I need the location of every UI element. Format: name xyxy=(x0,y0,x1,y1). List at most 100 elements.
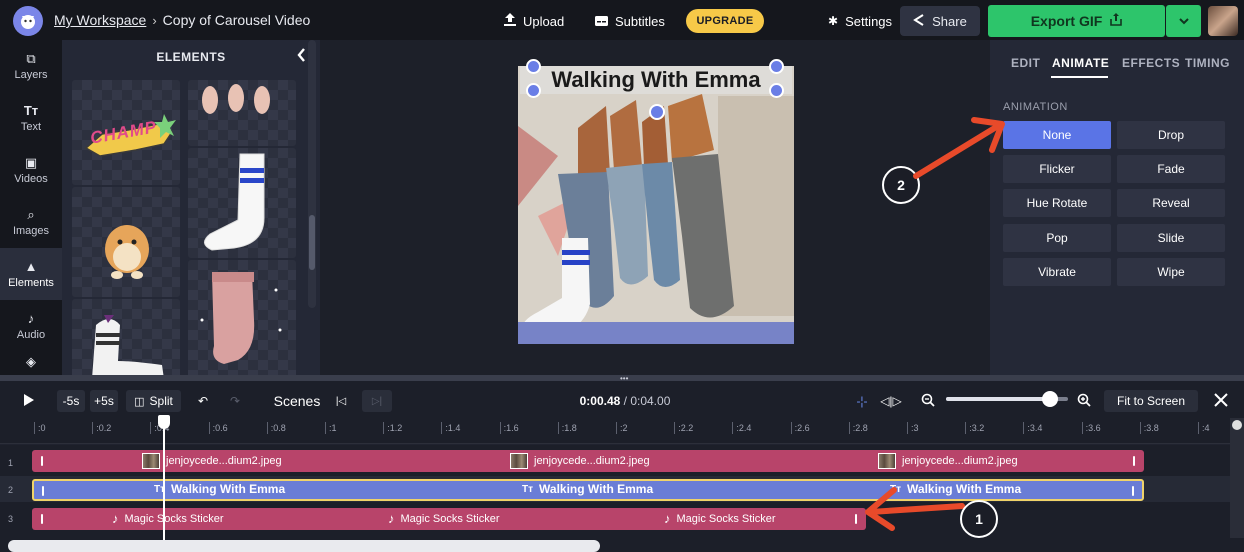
sidebar-item-layers[interactable]: ⧉ Layers xyxy=(0,40,62,92)
ruler-tick: :3.2 xyxy=(965,422,984,434)
animation-flicker-button[interactable]: Flicker xyxy=(1003,155,1111,183)
next-scene-button[interactable]: ▷| xyxy=(362,390,392,412)
project-title[interactable]: Copy of Carousel Video xyxy=(163,12,311,28)
tab-timing[interactable]: TIMING xyxy=(1185,56,1230,70)
resize-handle-top-right[interactable] xyxy=(769,59,784,74)
track-trim-left[interactable] xyxy=(42,486,44,496)
timeline-clip[interactable]: jenjoycede...dium2.jpeg xyxy=(878,453,1018,469)
track-image[interactable]: jenjoycede...dium2.jpeg jenjoycede...diu… xyxy=(32,450,1144,472)
timeline-clip[interactable]: ♪ Magic Socks Sticker xyxy=(112,511,224,526)
sticker-pink-sock[interactable] xyxy=(188,260,296,375)
animation-none-button[interactable]: None xyxy=(1003,121,1111,149)
timeline-vertical-scrollbar[interactable] xyxy=(1230,418,1244,538)
split-view-icon: ◁|▷ xyxy=(880,394,902,408)
zoom-out-button[interactable] xyxy=(918,390,938,412)
tab-animate[interactable]: ANIMATE xyxy=(1052,56,1109,70)
share-button[interactable]: Share xyxy=(900,6,980,36)
redo-button[interactable]: ↷ xyxy=(226,390,244,412)
tab-effects[interactable]: EFFECTS xyxy=(1122,56,1180,70)
zoom-slider-knob[interactable] xyxy=(1042,391,1058,407)
timeline-clip[interactable]: Tт Walking With Emma xyxy=(522,482,653,496)
animation-wipe-button[interactable]: Wipe xyxy=(1117,258,1225,286)
playhead-handle[interactable] xyxy=(158,415,170,429)
workspace-link[interactable]: My Workspace xyxy=(54,12,146,28)
timeline-ruler[interactable]: :0:0.2:0.4:0.6:0.8:1:1.2:1.4:1.6:1.8:2:2… xyxy=(0,418,1244,444)
sidebar-item-audio[interactable]: ♪ Audio xyxy=(0,300,62,352)
undo-button[interactable]: ↶ xyxy=(194,390,212,412)
sock-icon: ♪ xyxy=(664,511,671,526)
track-text[interactable]: Tт Walking With Emma Tт Walking With Emma … xyxy=(32,479,1144,501)
upload-button[interactable]: Upload xyxy=(504,8,564,34)
sidebar-item-more[interactable]: ◈ xyxy=(0,348,62,375)
canvas-text-layer[interactable]: Walking With Emma xyxy=(520,66,792,94)
sidebar-item-text[interactable]: Tт Text xyxy=(0,92,62,144)
forward-5s-button[interactable]: +5s xyxy=(90,390,118,412)
ruler-tick: :2.2 xyxy=(674,422,693,434)
timeline-vertical-scroll-thumb[interactable] xyxy=(1232,420,1242,430)
subtitles-button[interactable]: Subtitles xyxy=(595,8,665,34)
sidebar-item-label: Layers xyxy=(14,68,48,81)
track-trim-right[interactable] xyxy=(855,514,857,524)
annotation-arrow-1 xyxy=(865,487,965,531)
track-trim-left[interactable] xyxy=(41,456,43,466)
track-sticker[interactable]: ♪ Magic Socks Sticker ♪ Magic Socks Sticke… xyxy=(32,508,866,530)
animation-reveal-button[interactable]: Reveal xyxy=(1117,189,1225,217)
sidebar-item-images[interactable]: ⌕ Images xyxy=(0,196,62,248)
split-button[interactable]: ◫ Split xyxy=(126,390,181,412)
logo-icon xyxy=(21,15,35,29)
export-dropdown-button[interactable] xyxy=(1166,5,1201,37)
clip-label: Magic Socks Sticker xyxy=(400,512,500,525)
audio-icon: ♪ xyxy=(27,310,35,326)
elements-scrollbar[interactable] xyxy=(308,40,316,308)
animation-hue-rotate-button[interactable]: Hue Rotate xyxy=(1003,189,1111,217)
app-logo[interactable] xyxy=(13,6,43,36)
back-5s-button[interactable]: -5s xyxy=(57,390,85,412)
sidebar-item-elements[interactable]: ▲ Elements xyxy=(0,248,62,300)
resize-handle-bottom-left[interactable] xyxy=(526,83,541,98)
sticker-hamster[interactable] xyxy=(72,187,180,297)
previous-scene-button[interactable]: |◁ xyxy=(330,390,352,412)
collapse-panel-icon[interactable] xyxy=(297,48,306,67)
animation-vibrate-button[interactable]: Vibrate xyxy=(1003,258,1111,286)
sticker-striped-sock[interactable] xyxy=(72,299,180,375)
zoom-in-icon xyxy=(1077,393,1091,410)
settings-button[interactable]: ✱ Settings xyxy=(828,8,892,34)
animation-fade-button[interactable]: Fade xyxy=(1117,155,1225,183)
split-view-button[interactable]: ◁|▷ xyxy=(880,390,902,412)
rotate-handle[interactable] xyxy=(649,104,665,120)
animation-drop-button[interactable]: Drop xyxy=(1117,121,1225,149)
clip-label: Magic Socks Sticker xyxy=(124,512,224,525)
export-gif-button[interactable]: Export GIF xyxy=(988,5,1165,37)
fit-to-screen-button[interactable]: Fit to Screen xyxy=(1104,390,1198,412)
timeline-clip[interactable]: ♪ Magic Socks Sticker xyxy=(664,511,776,526)
share-icon xyxy=(913,13,925,29)
resize-handle-bottom-right[interactable] xyxy=(769,83,784,98)
ruler-tick: :3.4 xyxy=(1023,422,1042,434)
animation-slide-button[interactable]: Slide xyxy=(1117,224,1225,252)
sticker-white-sock[interactable] xyxy=(188,148,296,258)
timeline-clip[interactable]: Tт Walking With Emma xyxy=(154,482,285,496)
tab-edit[interactable]: EDIT xyxy=(1011,56,1040,70)
track-trim-right[interactable] xyxy=(1132,486,1134,496)
track-trim-right[interactable] xyxy=(1133,456,1135,466)
timeline-clip[interactable]: ♪ Magic Socks Sticker xyxy=(388,511,500,526)
user-avatar[interactable] xyxy=(1208,6,1238,36)
timeline-clip[interactable]: jenjoycede...dium2.jpeg xyxy=(510,453,650,469)
timeline-horizontal-scrollbar[interactable] xyxy=(8,540,600,552)
resize-handle-top-left[interactable] xyxy=(526,59,541,74)
zoom-in-button[interactable] xyxy=(1074,390,1094,412)
elements-scroll-thumb[interactable] xyxy=(309,215,315,270)
track-trim-left[interactable] xyxy=(41,514,43,524)
animation-pop-button[interactable]: Pop xyxy=(1003,224,1111,252)
play-button[interactable] xyxy=(18,390,40,412)
sidebar-item-videos[interactable]: ▣ Videos xyxy=(0,144,62,196)
playhead-line[interactable] xyxy=(163,418,165,552)
close-icon xyxy=(1214,390,1228,413)
elements-panel-header: ELEMENTS xyxy=(62,40,320,74)
upgrade-button[interactable]: UPGRADE xyxy=(686,9,764,33)
snap-button[interactable]: -¦- xyxy=(848,390,876,412)
close-timeline-button[interactable] xyxy=(1210,390,1232,412)
export-label: Export GIF xyxy=(1030,13,1103,29)
sticker-feet[interactable] xyxy=(188,80,296,146)
sticker-champ[interactable]: CHAMP xyxy=(72,80,180,185)
